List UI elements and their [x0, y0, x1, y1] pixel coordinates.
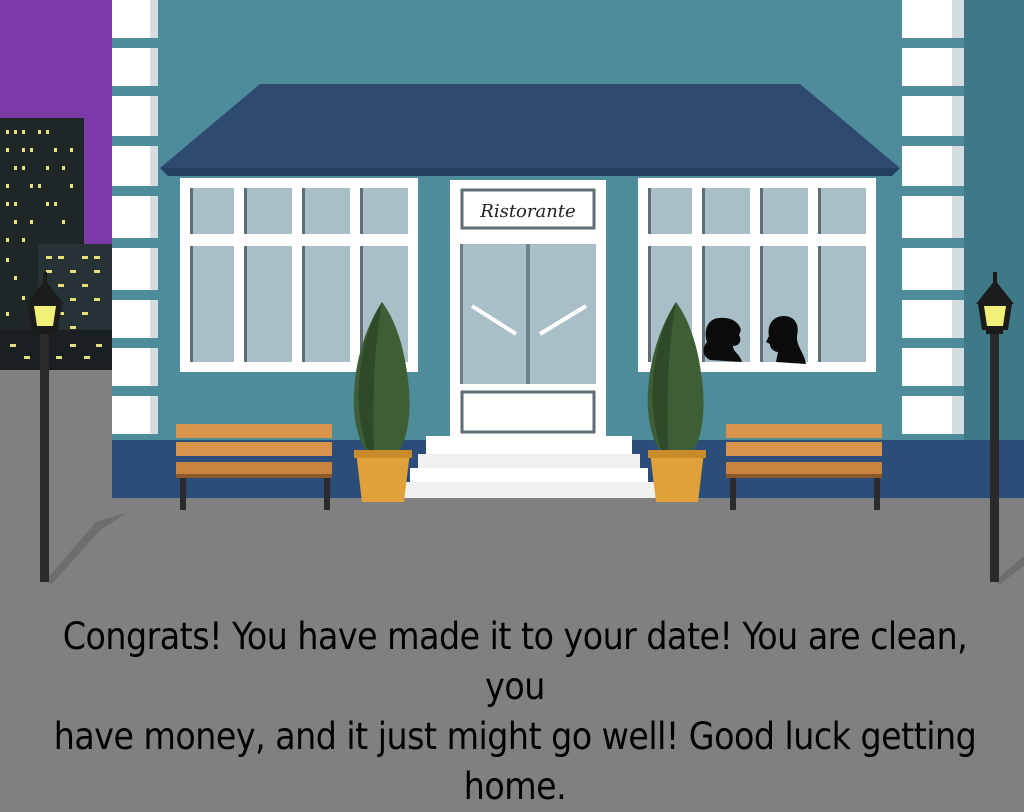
right-pillar-shade: [952, 0, 964, 434]
left-pillar-shade: [150, 0, 158, 434]
story-message-line-1: Congrats! You have made it to your date!…: [62, 615, 968, 708]
entrance-steps: [402, 436, 656, 498]
awning-roof: [160, 84, 900, 168]
awning-shadow: [160, 168, 900, 176]
story-message-line-2: have money, and it just might go well! G…: [53, 715, 977, 808]
restaurant-sign: Ristorante: [479, 201, 575, 222]
story-message: Congrats! You have made it to your date!…: [40, 612, 990, 812]
